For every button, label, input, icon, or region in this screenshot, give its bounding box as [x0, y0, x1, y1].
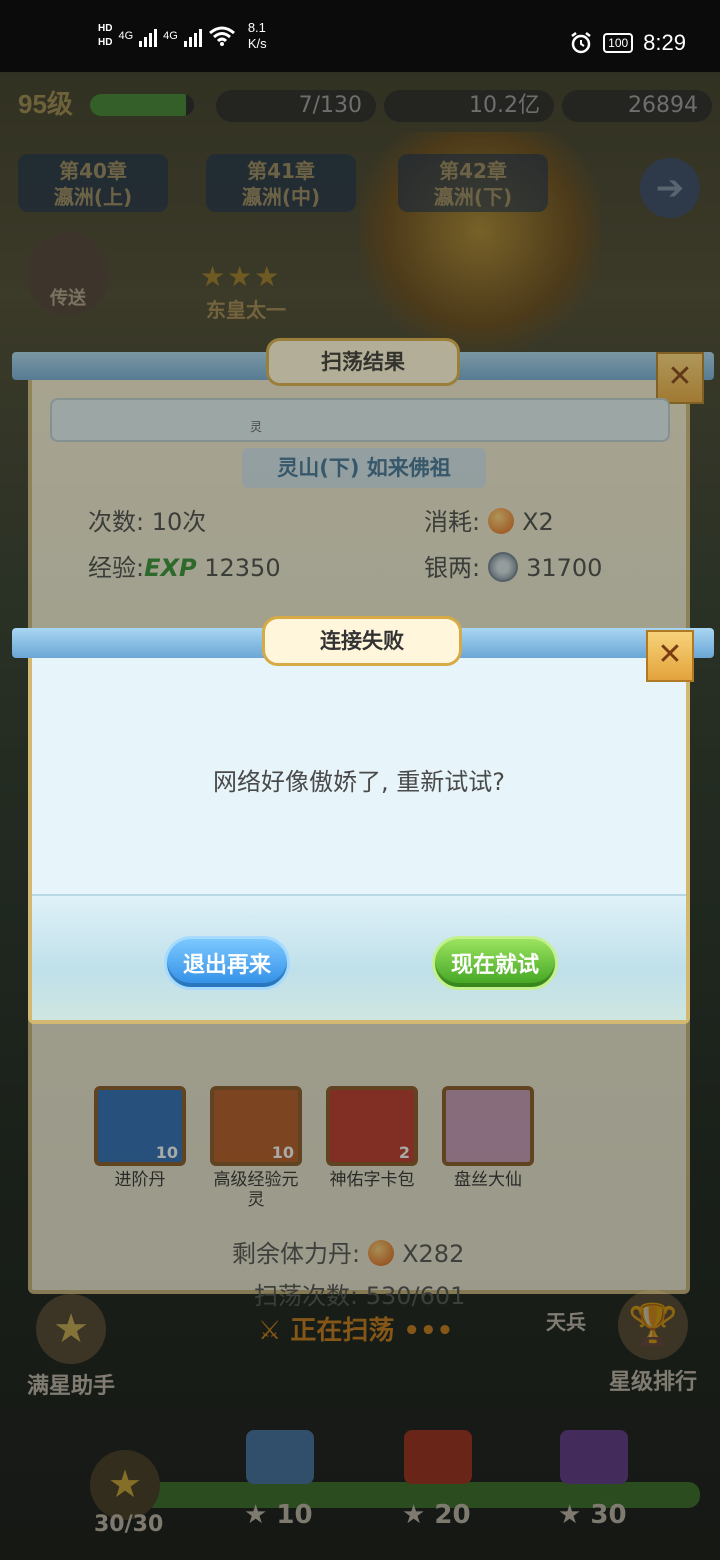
reward-icon	[442, 1086, 534, 1166]
silver-stat: 银两: 31700	[424, 548, 602, 583]
sweep-count: 扫荡次数: 530/601	[254, 1276, 465, 1311]
reward-name: 进阶丹	[114, 1170, 166, 1190]
cost-value: X2	[522, 508, 554, 536]
reward-name: 神佑字卡包	[329, 1170, 415, 1190]
retry-now-button[interactable]: 现在就试	[432, 936, 558, 990]
network-status: HD HD 4G 4G 8.1 K/s	[98, 20, 267, 52]
stamina-pill-icon	[488, 508, 515, 534]
battery-indicator: 100	[603, 33, 634, 53]
sweep-title: 扫荡结果	[266, 338, 460, 386]
stage-banner: 灵山(下) 如来佛祖	[242, 448, 486, 488]
exp-label: 经验:	[88, 554, 145, 582]
sweep-close-button[interactable]: ✕	[656, 352, 704, 404]
crossed-swords-icon: ⚔	[258, 1316, 282, 1346]
count-label: 扫荡次数:	[254, 1282, 359, 1310]
dialog-scenery	[32, 894, 686, 1020]
speed-unit: K/s	[247, 36, 267, 51]
alarm-clock-icon	[571, 32, 591, 54]
inner-fragment: 灵	[250, 420, 263, 434]
exp-value: 12350	[204, 554, 281, 582]
reward-icon: 2	[326, 1086, 418, 1166]
remaining-stamina: 剩余体力丹: X282	[232, 1234, 464, 1269]
cost-label: 消耗:	[424, 508, 481, 536]
remain-label: 剩余体力丹:	[232, 1240, 361, 1268]
connection-failed-dialog: 连接失败 ✕ 网络好像傲娇了, 重新试试? 退出再来 现在就试	[12, 616, 714, 1024]
dialog-close-button[interactable]: ✕	[646, 630, 694, 682]
reward-icon: 10	[94, 1086, 186, 1166]
dialog-title: 连接失败	[262, 616, 462, 666]
times-value: 10次	[151, 508, 207, 536]
system-status: 100 8:29	[569, 30, 686, 56]
close-x-icon: ✕	[657, 637, 683, 672]
sweep-inner-bar: 灵	[50, 398, 670, 442]
hd-indicator: HD HD	[98, 22, 112, 50]
network-type-1: 4G	[118, 30, 134, 42]
exp-icon: EXP	[144, 554, 197, 582]
remain-value: X282	[402, 1240, 465, 1268]
dialog-message: 网络好像傲娇了, 重新试试?	[213, 768, 505, 796]
signal-bars-icon	[139, 25, 158, 47]
reward-qty: 10	[155, 1143, 178, 1162]
speed-value: 8.1	[247, 20, 266, 35]
status-bar: HD HD 4G 4G 8.1 K/s 100 8:29	[0, 0, 720, 72]
reward-item[interactable]: 10 进阶丹	[92, 1086, 188, 1190]
hd-label-1: HD	[98, 23, 113, 34]
exit-retry-later-button[interactable]: 退出再来	[164, 936, 290, 990]
times-stat: 次数: 10次	[88, 502, 206, 537]
network-type-2: 4G	[163, 30, 178, 42]
times-label: 次数:	[88, 508, 145, 536]
reward-item[interactable]: 10 高级经验元灵	[208, 1086, 304, 1210]
sweeping-status: ⚔ 正在扫荡 •••	[258, 1310, 453, 1347]
reward-qty: 10	[271, 1143, 294, 1162]
reward-item[interactable]: 盘丝大仙	[440, 1086, 536, 1190]
exp-stat: 经验:EXP 12350	[88, 548, 281, 583]
game-scene: 95级 7/130 10.2亿 26894 第40章 瀛洲(上) 第41章 瀛洲…	[0, 72, 720, 1560]
reward-name: 高级经验元灵	[213, 1170, 299, 1210]
sweeping-text: 正在扫荡 •••	[290, 1316, 454, 1346]
stamina-pill-icon	[368, 1240, 395, 1266]
clock: 8:29	[643, 30, 686, 55]
silver-value: 31700	[526, 554, 603, 582]
reward-qty: 2	[398, 1143, 410, 1162]
silver-label: 银两:	[424, 554, 481, 582]
network-speed: 8.1 K/s	[248, 20, 267, 52]
cost-stat: 消耗: X2	[424, 502, 554, 537]
close-x-icon: ✕	[667, 359, 693, 394]
reward-name: 盘丝大仙	[454, 1170, 522, 1190]
wifi-icon	[208, 26, 235, 46]
count-value: 530/601	[365, 1282, 466, 1310]
reward-item[interactable]: 2 神佑字卡包	[324, 1086, 420, 1190]
signal-bars-icon	[183, 25, 202, 47]
hd-label-2: HD	[98, 37, 113, 48]
silver-coin-icon	[488, 552, 519, 582]
reward-icon: 10	[210, 1086, 302, 1166]
